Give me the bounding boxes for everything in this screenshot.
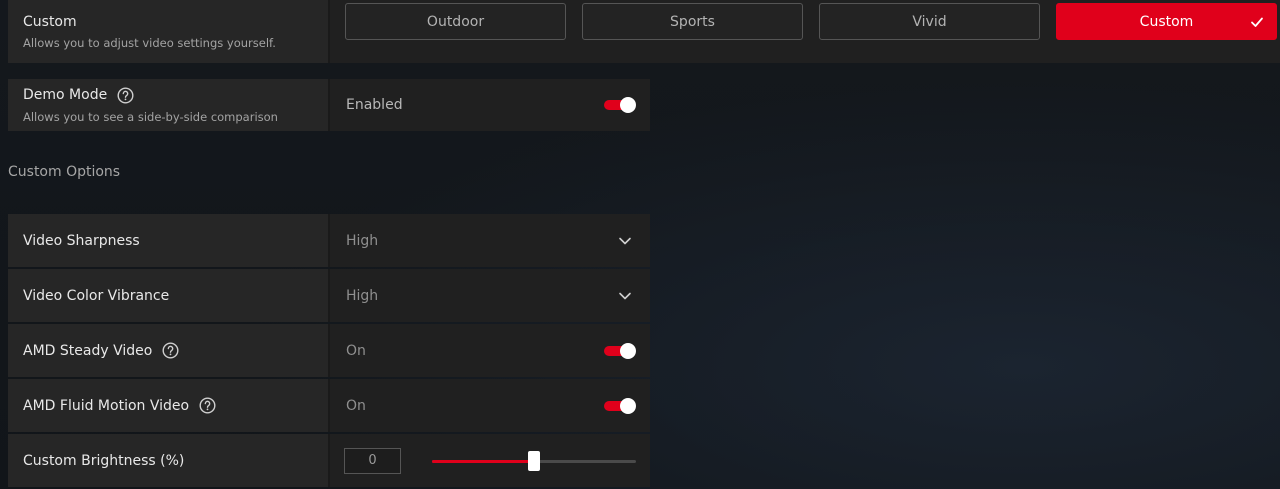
amd-fluid-motion-video-value: On: [346, 397, 366, 414]
custom-brightness-label-cell: Custom Brightness (%): [8, 434, 328, 487]
amd-steady-video-label: AMD Steady Video: [23, 342, 153, 359]
slider-fill: [432, 459, 534, 463]
video-profile-subtitle: Allows you to adjust video settings your…: [23, 36, 276, 50]
chevron-down-icon: [619, 237, 631, 244]
question-circle-icon[interactable]: [199, 397, 216, 414]
amd-fluid-motion-video-toggle[interactable]: [604, 397, 636, 414]
video-sharpness-row: Video Sharpness High: [8, 214, 650, 267]
demo-mode-value: Enabled: [346, 97, 403, 113]
demo-mode-title: Demo Mode: [23, 87, 108, 103]
chevron-down-icon: [619, 292, 631, 299]
checkmark-icon: [1251, 17, 1263, 27]
custom-brightness-row: Custom Brightness (%) 0: [8, 434, 650, 487]
custom-brightness-label: Custom Brightness (%): [23, 452, 185, 469]
toggle-knob: [620, 97, 636, 113]
amd-steady-video-value: On: [346, 342, 366, 359]
toggle-knob: [620, 397, 636, 414]
amd-steady-video-toggle[interactable]: [604, 342, 636, 359]
demo-mode-toggle[interactable]: [604, 97, 636, 113]
amd-fluid-motion-video-value-cell: On: [328, 379, 650, 432]
video-color-vibrance-value: High: [346, 287, 379, 304]
custom-options-list: Video Sharpness High Video Color Vibranc…: [8, 214, 650, 489]
video-sharpness-dropdown[interactable]: High: [328, 214, 650, 267]
preset-outdoor-label: Outdoor: [426, 13, 485, 30]
custom-brightness-value-cell: 0: [328, 434, 650, 487]
slider-thumb[interactable]: [528, 450, 540, 471]
preset-vivid-button[interactable]: Vivid: [819, 3, 1040, 40]
preset-custom-button[interactable]: Custom: [1056, 3, 1277, 40]
demo-mode-value-cell: Enabled: [328, 79, 650, 131]
preset-sports-label: Sports: [670, 13, 715, 30]
preset-sports-button[interactable]: Sports: [582, 3, 803, 40]
amd-fluid-motion-video-row: AMD Fluid Motion Video On: [8, 379, 650, 432]
amd-fluid-motion-video-label: AMD Fluid Motion Video: [23, 397, 190, 414]
video-profile-title: Custom: [23, 14, 77, 30]
demo-mode-subtitle: Allows you to see a side-by-side compari…: [23, 109, 278, 124]
demo-mode-label: Demo Mode Allows you to see a side-by-si…: [8, 79, 328, 131]
video-profile-options: Outdoor Sports Vivid Custom: [328, 0, 1280, 63]
amd-fluid-motion-video-label-cell: AMD Fluid Motion Video: [8, 379, 328, 432]
video-color-vibrance-dropdown[interactable]: High: [328, 269, 650, 322]
preset-vivid-label: Vivid: [912, 13, 947, 30]
preset-custom-label: Custom: [1139, 13, 1194, 30]
custom-brightness-slider[interactable]: [432, 450, 636, 472]
preset-outdoor-button[interactable]: Outdoor: [345, 3, 566, 40]
video-sharpness-value: High: [346, 232, 379, 249]
custom-options-heading: Custom Options: [8, 164, 121, 180]
amd-steady-video-value-cell: On: [328, 324, 650, 377]
video-sharpness-label-cell: Video Sharpness: [8, 214, 328, 267]
video-sharpness-label: Video Sharpness: [23, 232, 140, 249]
demo-mode-row: Demo Mode Allows you to see a side-by-si…: [8, 79, 650, 131]
custom-brightness-input[interactable]: 0: [344, 447, 401, 474]
video-color-vibrance-label: Video Color Vibrance: [23, 287, 170, 304]
video-color-vibrance-row: Video Color Vibrance High: [8, 269, 650, 322]
amd-steady-video-row: AMD Steady Video On: [8, 324, 650, 377]
toggle-knob: [620, 342, 636, 359]
question-circle-icon[interactable]: [162, 342, 179, 359]
video-profile-row: Custom Allows you to adjust video settin…: [8, 0, 1280, 63]
amd-steady-video-label-cell: AMD Steady Video: [8, 324, 328, 377]
video-profile-label: Custom Allows you to adjust video settin…: [8, 0, 328, 63]
video-color-vibrance-label-cell: Video Color Vibrance: [8, 269, 328, 322]
question-circle-icon[interactable]: [117, 86, 134, 104]
